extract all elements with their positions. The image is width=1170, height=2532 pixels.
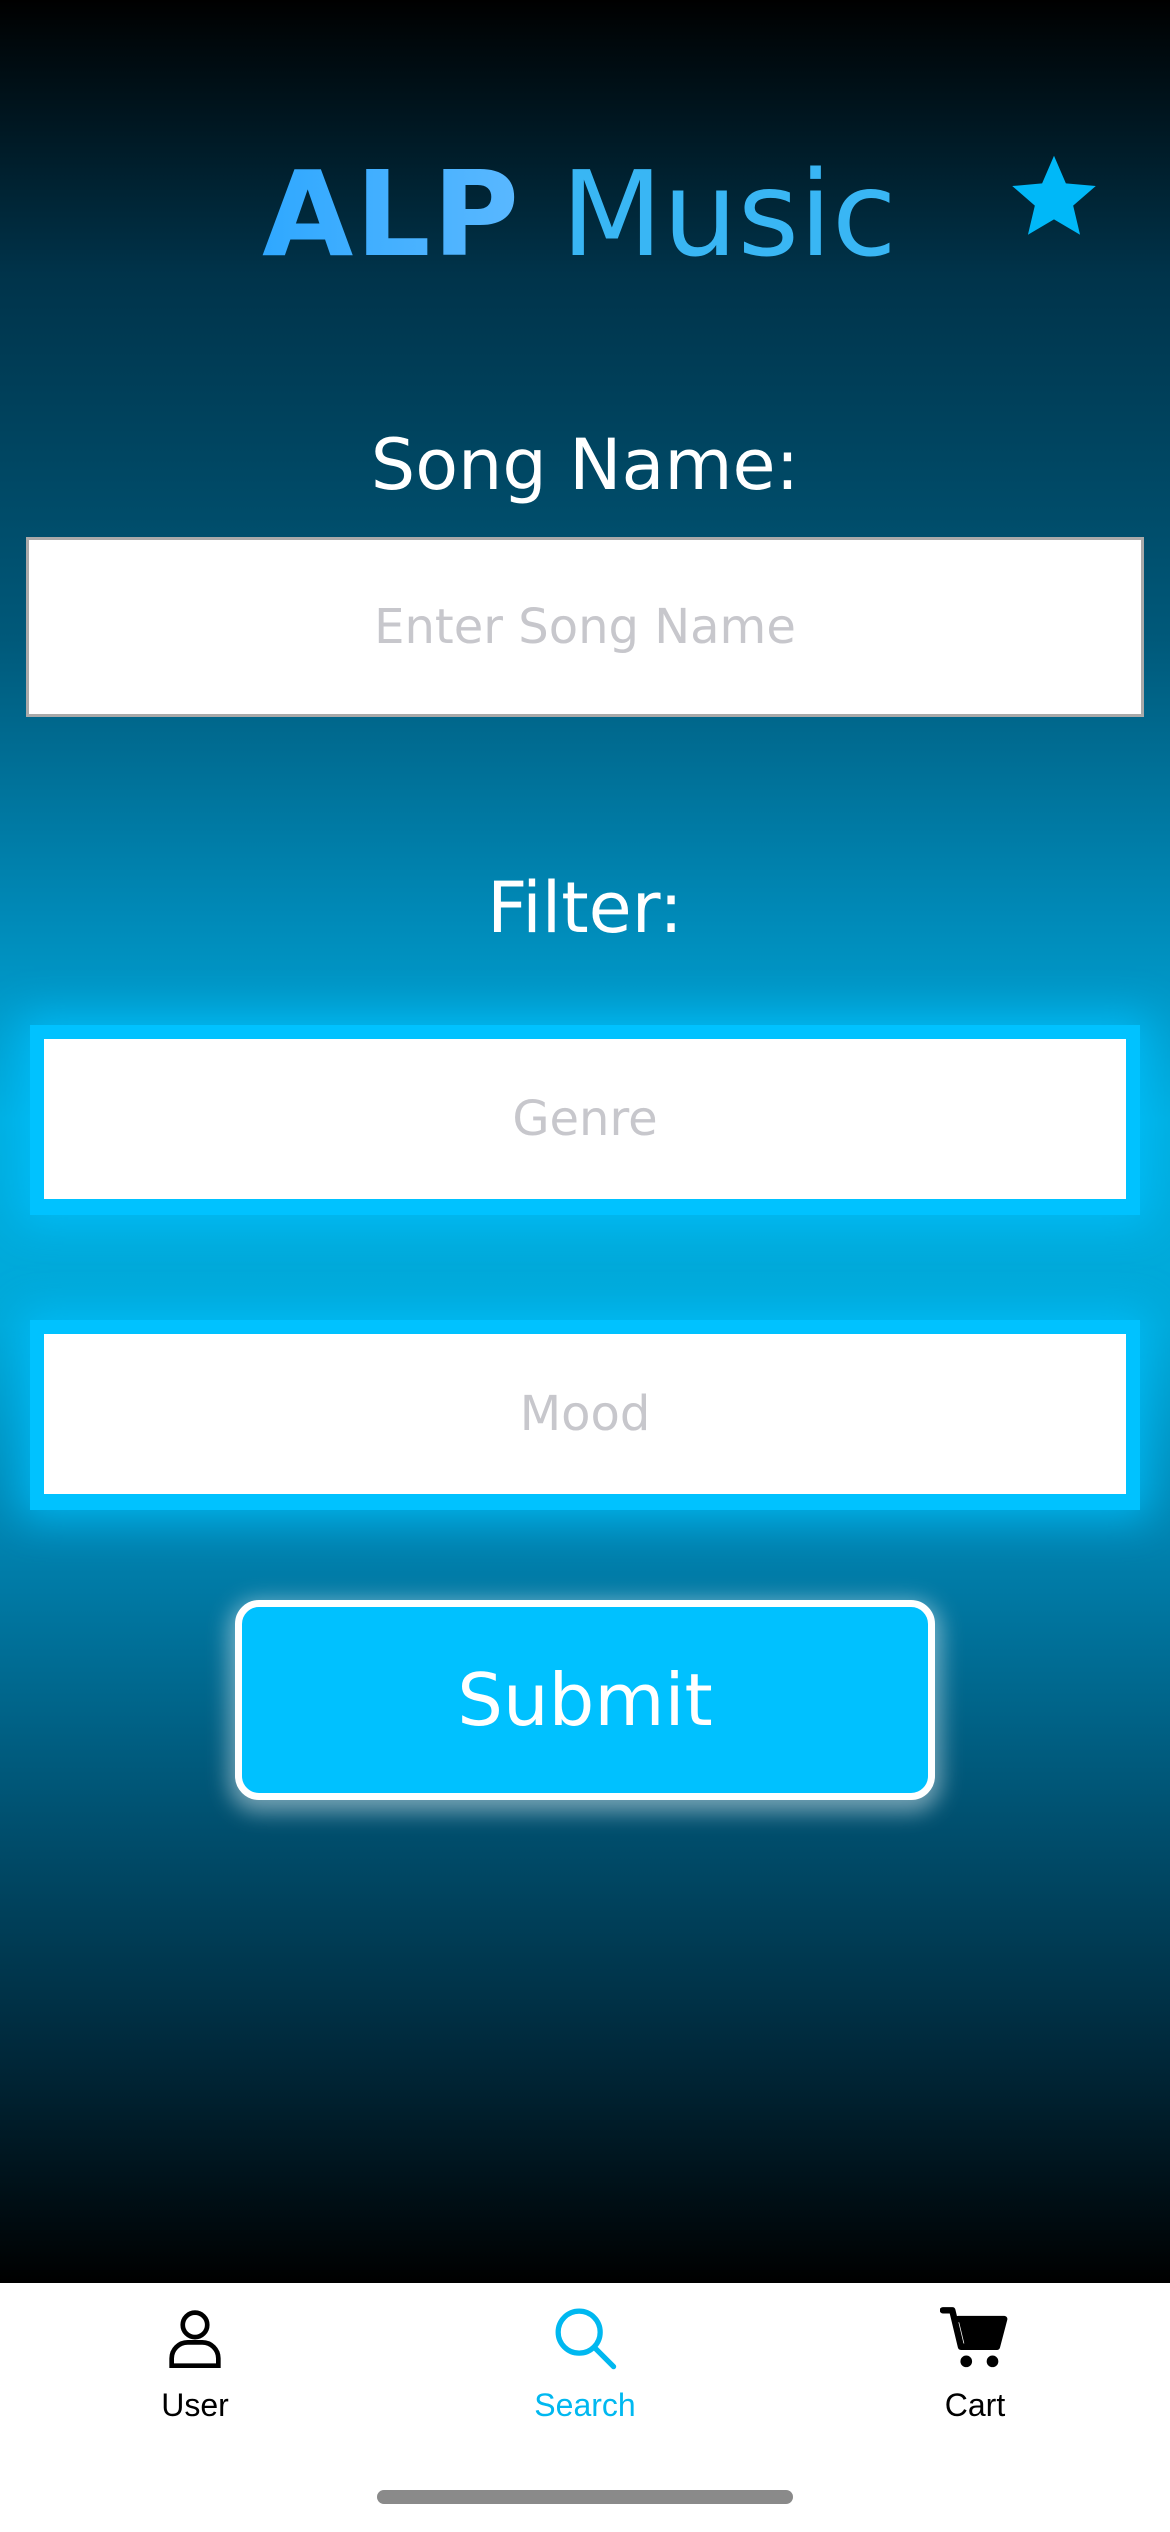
song-name-label: Song Name:: [370, 424, 800, 506]
filter-label: Filter:: [487, 867, 683, 949]
song-name-input[interactable]: [26, 537, 1144, 717]
tab-cart[interactable]: Cart: [780, 2283, 1170, 2532]
home-indicator: [377, 2490, 793, 2504]
tab-search-label: Search: [534, 2387, 636, 2423]
cart-icon: [940, 2307, 1008, 2368]
mood-input[interactable]: [44, 1334, 1126, 1494]
tab-user[interactable]: User: [0, 2283, 390, 2532]
main-screen: ALP Music Song Name: Filter: Submit: [0, 0, 1170, 2283]
star-icon: [1012, 155, 1096, 235]
submit-button[interactable]: Submit: [235, 1600, 935, 1800]
logo-bold-text: ALP: [262, 145, 521, 283]
genre-field-container: [30, 1025, 1140, 1215]
header: ALP Music: [0, 120, 1170, 283]
logo-light-text: Music: [561, 145, 897, 283]
app-logo: ALP Music: [262, 144, 897, 284]
tab-user-label: User: [161, 2387, 229, 2423]
mood-field-container: [30, 1320, 1140, 1510]
search-icon: [555, 2308, 617, 2370]
user-icon: [169, 2310, 221, 2369]
tab-cart-label: Cart: [944, 2387, 1006, 2423]
genre-input[interactable]: [44, 1039, 1126, 1199]
favorites-button[interactable]: [1008, 150, 1100, 242]
